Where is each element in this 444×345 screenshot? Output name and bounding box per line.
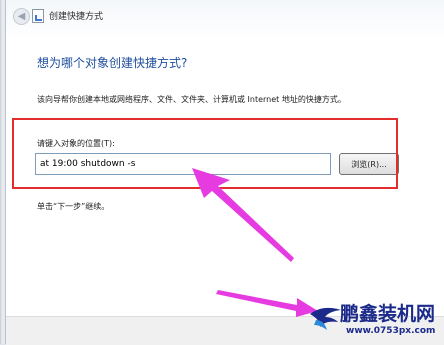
shortcut-wizard-icon (32, 9, 44, 23)
watermark-url: www.0753px.com (346, 326, 436, 336)
back-button[interactable]: ◀ (13, 8, 30, 25)
annotation-highlight-box (12, 118, 398, 189)
wizard-heading: 想为哪个对象创建快捷方式? (37, 56, 188, 70)
wizard-intro: 该向导帮你创建本地或网络程序、文件、文件夹、计算机或 Internet 地址的快… (37, 95, 346, 104)
eagle-logo-icon (310, 307, 341, 330)
window-title: 创建快捷方式 (49, 12, 104, 22)
title-bar: ◀ 创建快捷方式 (6, 0, 444, 40)
next-step-hint: 单击“下一步”继续。 (37, 202, 110, 211)
back-arrow-icon: ◀ (17, 11, 26, 22)
watermark-logo: 鹏鑫装机网 www.0753px.com (308, 298, 444, 344)
watermark-name: 鹏鑫装机网 (340, 303, 436, 325)
